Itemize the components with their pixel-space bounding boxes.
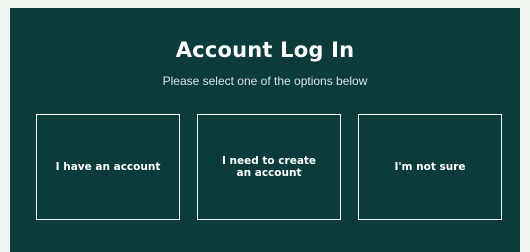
not-sure-label: I'm not sure — [394, 161, 466, 173]
page-subtitle: Please select one of the options below — [162, 74, 368, 88]
have-account-button[interactable]: I have an account — [36, 114, 180, 220]
not-sure-button[interactable]: I'm not sure — [358, 114, 502, 220]
have-account-label: I have an account — [55, 161, 161, 173]
page-title: Account Log In — [175, 38, 355, 62]
login-panel: Account Log In Please select one of the … — [10, 8, 520, 252]
create-account-button[interactable]: I need to create an account — [197, 114, 341, 220]
create-account-label: I need to create an account — [221, 155, 317, 179]
